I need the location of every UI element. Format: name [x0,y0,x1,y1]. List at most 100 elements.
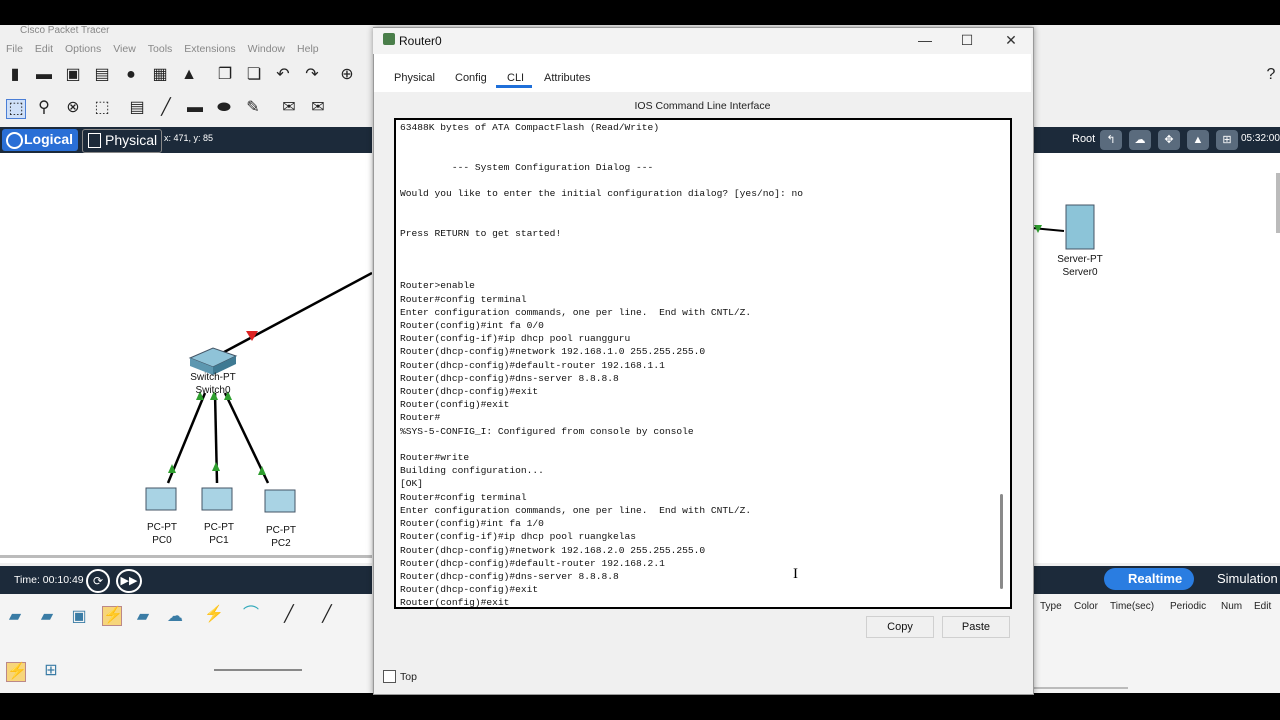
zoom-in-icon[interactable]: ⊕ [338,66,356,84]
new-file-icon[interactable]: ▮ [6,66,24,84]
col-type[interactable]: Type [1040,601,1062,612]
logical-workspace-left[interactable]: Switch-PT Switch0 PC-PT PC0 PC-PT PC1 PC-PT… [0,153,372,563]
tab-cli[interactable]: CLI [507,72,524,84]
col-periodic[interactable]: Periodic [1170,601,1206,612]
console-line: Router(dhcp-config)#default-router 192.1… [400,557,665,569]
console-line: Router# [400,412,441,424]
note-icon[interactable]: ▤ [128,99,146,117]
background-image-icon[interactable]: ▲ [1187,130,1209,150]
pc1-label: PC-PT PC1 [204,522,234,546]
connections-category-icon[interactable]: ⚡ [6,662,27,682]
ellipse-icon[interactable]: ⬬ [215,99,233,117]
col-edit[interactable]: Edit [1254,601,1271,612]
undo-icon[interactable]: ↶ [274,66,292,84]
console-line: Router(dhcp-config)#network 192.168.1.0 … [400,346,706,358]
help-icon[interactable]: ? [1262,66,1280,84]
console-cable-icon[interactable]: ⌒ [242,606,260,624]
console-line: Router(config)#exit [400,597,510,609]
rectangle-icon[interactable]: ▬ [186,99,204,117]
freeform-icon[interactable]: ✎ [244,99,262,117]
realtime-button[interactable]: Realtime [1104,568,1194,590]
fast-forward-icon[interactable]: ▶▶ [116,569,142,593]
simple-pdu-icon[interactable]: ✉ [280,99,298,117]
print-icon[interactable]: ▤ [93,66,111,84]
multiuser-icon[interactable]: ☁ [166,608,184,626]
end-devices-icon[interactable]: ▰ [38,608,56,626]
col-time[interactable]: Time(sec) [1110,601,1154,612]
cloud-icon[interactable]: ☁ [1129,130,1151,150]
logical-workspace-right[interactable]: Server-PT Server0 [1032,153,1280,563]
info-icon[interactable]: ● [122,66,140,84]
draw-line-icon[interactable]: ╱ [157,99,175,117]
complex-pdu-icon[interactable]: ✉ [309,99,327,117]
simulation-button[interactable]: Simulation [1197,568,1280,590]
power-cycle-icon[interactable]: ⟳ [86,569,110,593]
link-switch-router [212,271,372,360]
network-devices-icon[interactable]: ▰ [6,608,24,626]
time-label: Time: 00:10:49 [14,574,84,586]
misc-icon[interactable]: ▰ [134,608,152,626]
app-title: Cisco Packet Tracer [20,25,110,36]
maximize-icon[interactable]: ☐ [946,28,988,52]
horizontal-scrollbar[interactable] [0,555,372,558]
crossover-cable-icon[interactable]: ╱ [318,606,336,624]
console-line: Router(dhcp-config)#exit [400,584,539,596]
physical-icon [88,133,101,148]
console-line: Enter configuration commands, one per li… [400,306,752,318]
tab-config[interactable]: Config [455,72,487,84]
console-scrollbar[interactable] [1000,494,1003,589]
cli-header: IOS Command Line Interface [634,100,771,112]
open-folder-icon[interactable]: ▬ [35,66,53,84]
activity-wizard-icon[interactable]: ▲ [180,66,198,84]
components-icon[interactable]: ▣ [70,608,88,626]
menu-help[interactable]: Help [297,43,319,55]
grid-icon[interactable]: ⊞ [42,662,60,680]
event-scrollbar[interactable] [1032,687,1128,689]
copy-icon[interactable]: ❐ [216,66,234,84]
menu-file[interactable]: File [6,43,23,55]
menu-edit[interactable]: Edit [35,43,53,55]
move-icon[interactable]: ✥ [1158,130,1180,150]
palette-scrollbar[interactable] [214,669,302,671]
select-icon[interactable]: ⬚ [6,99,26,119]
tab-physical-device[interactable]: Physical [394,72,435,84]
paste-button[interactable]: Paste [942,616,1010,638]
menu-tools[interactable]: Tools [148,43,173,55]
delete-icon[interactable]: ⊗ [64,99,82,117]
console-line: Router#config terminal [400,293,527,305]
col-color[interactable]: Color [1074,601,1098,612]
tab-attributes[interactable]: Attributes [544,72,590,84]
tab-physical[interactable]: Physical [82,129,162,153]
top-checkbox[interactable] [383,670,396,683]
connections-icon[interactable]: ⚡ [102,606,123,626]
resize-icon[interactable]: ⬚ [93,99,111,117]
minimize-icon[interactable]: — [904,28,946,52]
menu-window[interactable]: Window [248,43,285,55]
console-line: Press RETURN to get started! [400,227,562,239]
menu-extensions[interactable]: Extensions [184,43,235,55]
network-info-icon[interactable]: ▦ [151,66,169,84]
copy-button[interactable]: Copy [866,616,934,638]
pc2-label: PC-PT PC2 [266,525,296,549]
inspect-icon[interactable]: ⚲ [35,99,53,117]
console-line: Enter configuration commands, one per li… [400,504,752,516]
viewport-icon[interactable]: ⊞ [1216,130,1238,150]
console-line: Building configuration... [400,465,544,477]
straight-cable-icon[interactable]: ╱ [280,606,298,624]
tab-logical[interactable]: Logical [2,129,78,151]
event-list-panel: Type Color Time(sec) Periodic Num Edit [1032,594,1280,693]
save-icon[interactable]: ▣ [64,66,82,84]
menu-options[interactable]: Options [65,43,101,55]
cli-console[interactable]: 63488K bytes of ATA CompactFlash (Read/W… [394,118,1012,609]
col-num[interactable]: Num [1221,601,1242,612]
back-icon[interactable]: ↰ [1100,130,1122,150]
auto-connection-icon[interactable]: ⚡ [204,606,224,624]
close-icon[interactable]: ✕ [990,28,1032,52]
menu-view[interactable]: View [113,43,136,55]
paste-icon[interactable]: ❏ [245,66,263,84]
redo-icon[interactable]: ↷ [303,66,321,84]
logical-label: Logical [24,131,74,147]
